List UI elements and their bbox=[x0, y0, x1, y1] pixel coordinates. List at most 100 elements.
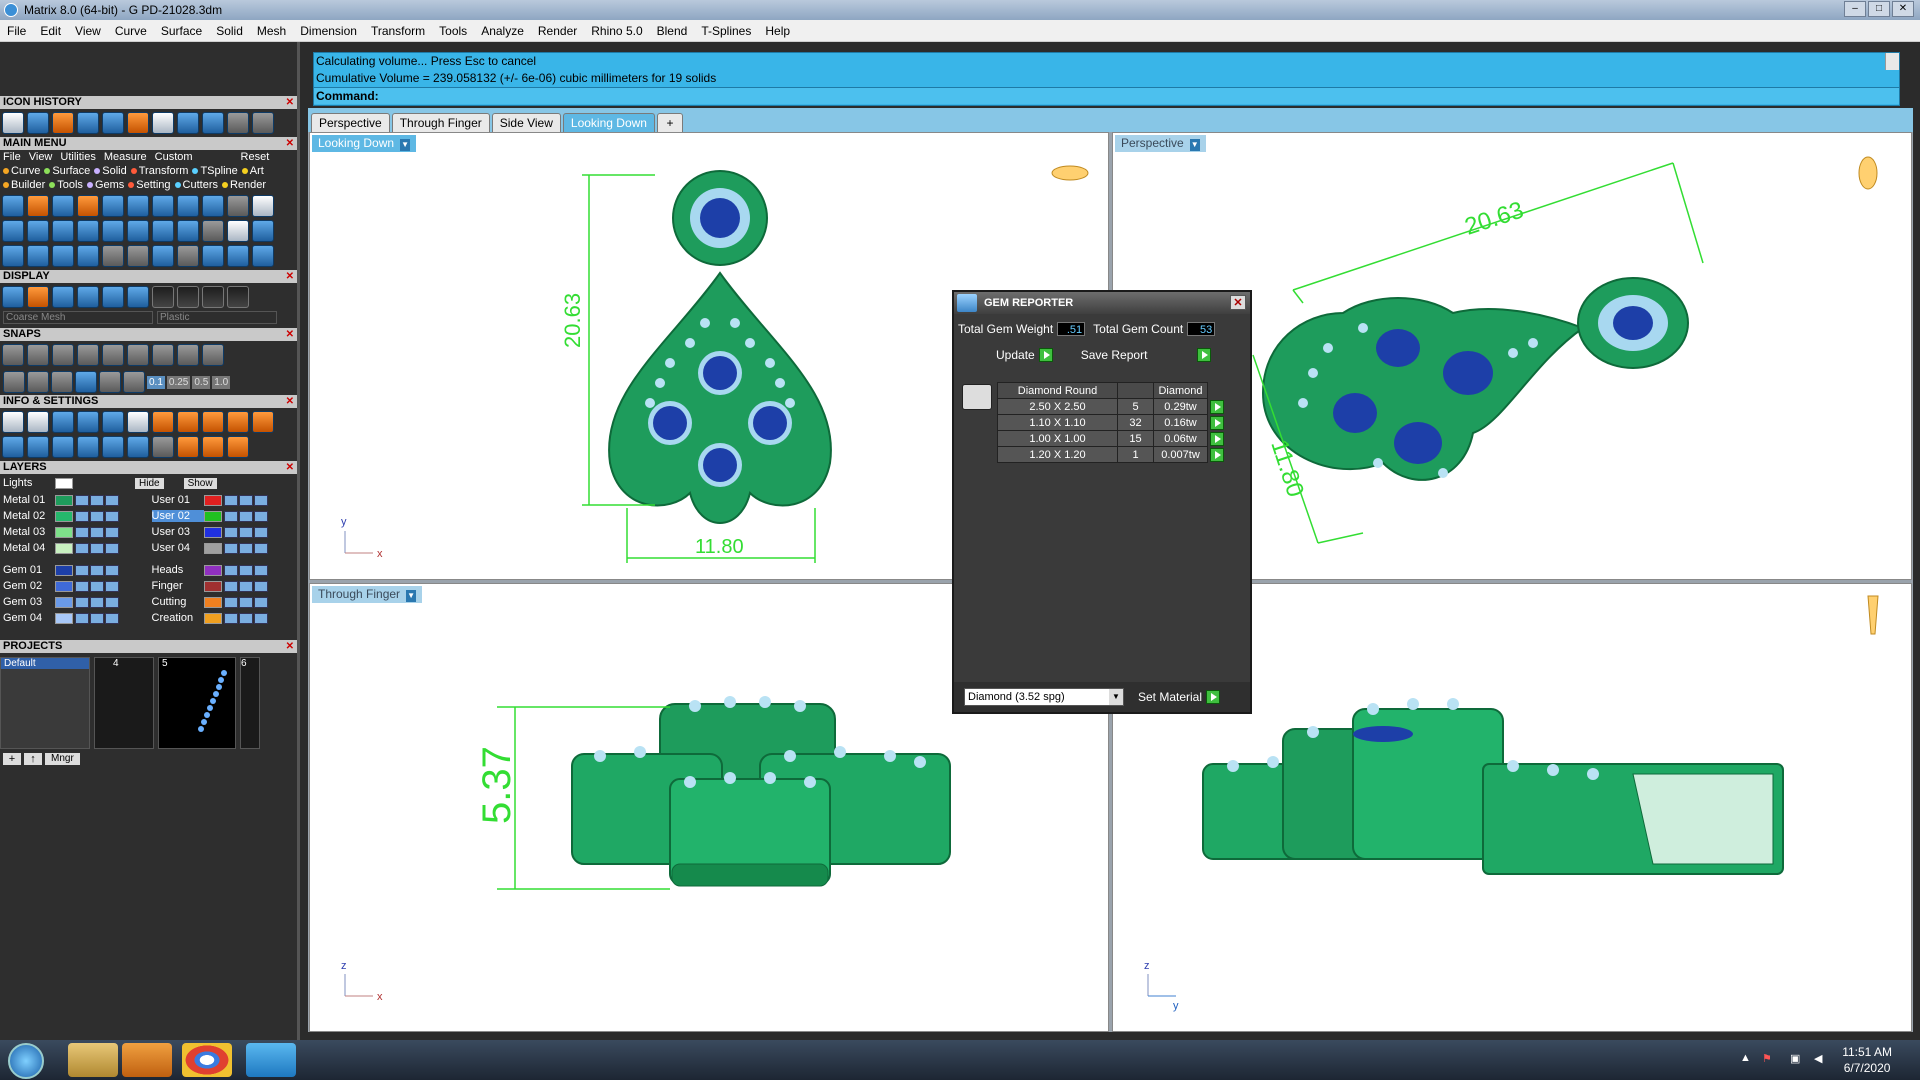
menu-render[interactable]: Render bbox=[531, 24, 584, 38]
layer-row[interactable]: Gem 03 bbox=[0, 594, 149, 610]
grid-icon[interactable] bbox=[27, 371, 49, 393]
layer-color-swatch[interactable] bbox=[203, 596, 222, 608]
layer-row[interactable]: Heads bbox=[149, 562, 298, 578]
media-player-icon[interactable] bbox=[122, 1043, 172, 1077]
layer-row[interactable]: Cutting bbox=[149, 594, 298, 610]
info-icon[interactable] bbox=[77, 436, 99, 458]
close-icon[interactable]: ✕ bbox=[286, 328, 294, 341]
project-slot[interactable]: 4 bbox=[94, 657, 154, 749]
layer-toggle-icon[interactable] bbox=[105, 580, 119, 592]
layer-toggle-icon[interactable] bbox=[238, 564, 253, 576]
menu-help[interactable]: Help bbox=[758, 24, 797, 38]
main-menu-surface[interactable]: Surface bbox=[44, 165, 90, 177]
menu-tools[interactable]: Tools bbox=[432, 24, 474, 38]
layer-color-swatch[interactable] bbox=[55, 526, 73, 538]
layer-toggle-icon[interactable] bbox=[253, 494, 268, 506]
layer-row[interactable]: User 04 bbox=[149, 540, 298, 556]
info-icon[interactable] bbox=[102, 411, 124, 433]
info-icon[interactable] bbox=[152, 436, 174, 458]
display-icon[interactable] bbox=[52, 286, 74, 308]
close-icon[interactable]: ✕ bbox=[286, 96, 294, 109]
layer-toggle-icon[interactable] bbox=[75, 580, 89, 592]
main-menu-measure[interactable]: Measure bbox=[104, 151, 147, 163]
close-icon[interactable]: ✕ bbox=[286, 137, 294, 150]
info-icon[interactable] bbox=[127, 411, 149, 433]
command-scrollbar[interactable] bbox=[1885, 53, 1899, 70]
tool-icon[interactable] bbox=[77, 195, 99, 217]
snap-icon[interactable] bbox=[177, 344, 199, 366]
layer-color-swatch[interactable] bbox=[55, 564, 73, 576]
info-icon[interactable] bbox=[227, 436, 249, 458]
tool-icon[interactable] bbox=[152, 112, 174, 134]
layer-color-swatch[interactable] bbox=[55, 510, 73, 522]
tab-side-view[interactable]: Side View bbox=[491, 113, 561, 132]
layer-toggle-icon[interactable] bbox=[253, 510, 268, 522]
snap-icon[interactable] bbox=[52, 344, 74, 366]
main-menu-cutters[interactable]: Cutters bbox=[174, 179, 218, 191]
snap-value[interactable]: 0.5 bbox=[192, 375, 211, 389]
main-menu-utilities[interactable]: Utilities bbox=[60, 151, 95, 163]
layer-toggle-icon[interactable] bbox=[75, 612, 89, 624]
project-default[interactable]: Default bbox=[1, 658, 89, 669]
tool-icon[interactable] bbox=[102, 195, 124, 217]
material-select[interactable]: Diamond (3.52 spg) ▼ bbox=[964, 688, 1124, 706]
main-menu-gems[interactable]: Gems bbox=[86, 179, 124, 191]
row-action-button[interactable] bbox=[1210, 447, 1224, 462]
info-icon[interactable] bbox=[27, 436, 49, 458]
command-input[interactable]: Command: bbox=[314, 87, 1899, 104]
tool-icon[interactable] bbox=[77, 245, 99, 267]
matrix-app-icon[interactable] bbox=[246, 1043, 296, 1077]
layer-toggle-icon[interactable] bbox=[105, 510, 119, 522]
tool-icon[interactable] bbox=[252, 195, 274, 217]
layer-toggle-icon[interactable] bbox=[223, 596, 238, 608]
display-icon[interactable] bbox=[127, 286, 149, 308]
snap-value[interactable]: 0.25 bbox=[166, 375, 191, 389]
layer-color-swatch[interactable] bbox=[203, 510, 222, 522]
tool-icon[interactable] bbox=[2, 112, 24, 134]
layer-toggle-icon[interactable] bbox=[238, 510, 253, 522]
layer-toggle-icon[interactable] bbox=[223, 494, 238, 506]
snap-value[interactable]: 1.0 bbox=[212, 375, 231, 389]
layer-toggle-icon[interactable] bbox=[105, 596, 119, 608]
layer-toggle-icon[interactable] bbox=[223, 526, 238, 538]
main-menu-solid[interactable]: Solid bbox=[94, 165, 127, 177]
tool-icon[interactable] bbox=[202, 245, 224, 267]
manager-button[interactable]: Mngr bbox=[45, 753, 80, 765]
menu-surface[interactable]: Surface bbox=[154, 24, 209, 38]
main-menu-view[interactable]: View bbox=[29, 151, 53, 163]
layer-toggle-icon[interactable] bbox=[90, 526, 104, 538]
info-icon[interactable] bbox=[177, 411, 199, 433]
layer-row[interactable]: User 02 bbox=[149, 508, 298, 524]
menu-dimension[interactable]: Dimension bbox=[293, 24, 364, 38]
tool-icon[interactable] bbox=[177, 195, 199, 217]
project-slot[interactable]: 6 bbox=[240, 657, 260, 749]
main-menu-tools[interactable]: Tools bbox=[49, 179, 83, 191]
display-icon[interactable] bbox=[27, 286, 49, 308]
layer-color-swatch[interactable] bbox=[203, 564, 222, 576]
up-arrow-icon[interactable]: ↑ bbox=[24, 753, 42, 765]
tool-icon[interactable] bbox=[27, 245, 49, 267]
grid-icon[interactable] bbox=[3, 371, 25, 393]
main-menu-file[interactable]: File bbox=[3, 151, 21, 163]
back-arrow-icon[interactable] bbox=[227, 112, 249, 134]
tool-icon[interactable] bbox=[77, 220, 99, 242]
close-icon[interactable]: ✕ bbox=[1230, 295, 1246, 310]
flag-icon[interactable]: ⚑ bbox=[1762, 1052, 1772, 1065]
tool-icon[interactable] bbox=[202, 112, 224, 134]
layer-color-swatch[interactable] bbox=[203, 542, 222, 554]
layer-toggle-icon[interactable] bbox=[223, 580, 238, 592]
tool-icon[interactable] bbox=[127, 112, 149, 134]
display-icon[interactable] bbox=[102, 286, 124, 308]
layer-toggle-icon[interactable] bbox=[75, 494, 89, 506]
layer-toggle-icon[interactable] bbox=[238, 526, 253, 538]
close-icon[interactable]: ✕ bbox=[286, 461, 294, 474]
layer-color-swatch[interactable] bbox=[55, 542, 73, 554]
menu-view[interactable]: View bbox=[68, 24, 108, 38]
tool-icon[interactable] bbox=[252, 245, 274, 267]
layer-toggle-icon[interactable] bbox=[90, 542, 104, 554]
material-dropdown[interactable]: Plastic bbox=[157, 311, 277, 324]
tool-icon[interactable] bbox=[127, 195, 149, 217]
layer-toggle-icon[interactable] bbox=[105, 612, 119, 624]
info-icon[interactable] bbox=[152, 411, 174, 433]
info-icon[interactable] bbox=[102, 436, 124, 458]
